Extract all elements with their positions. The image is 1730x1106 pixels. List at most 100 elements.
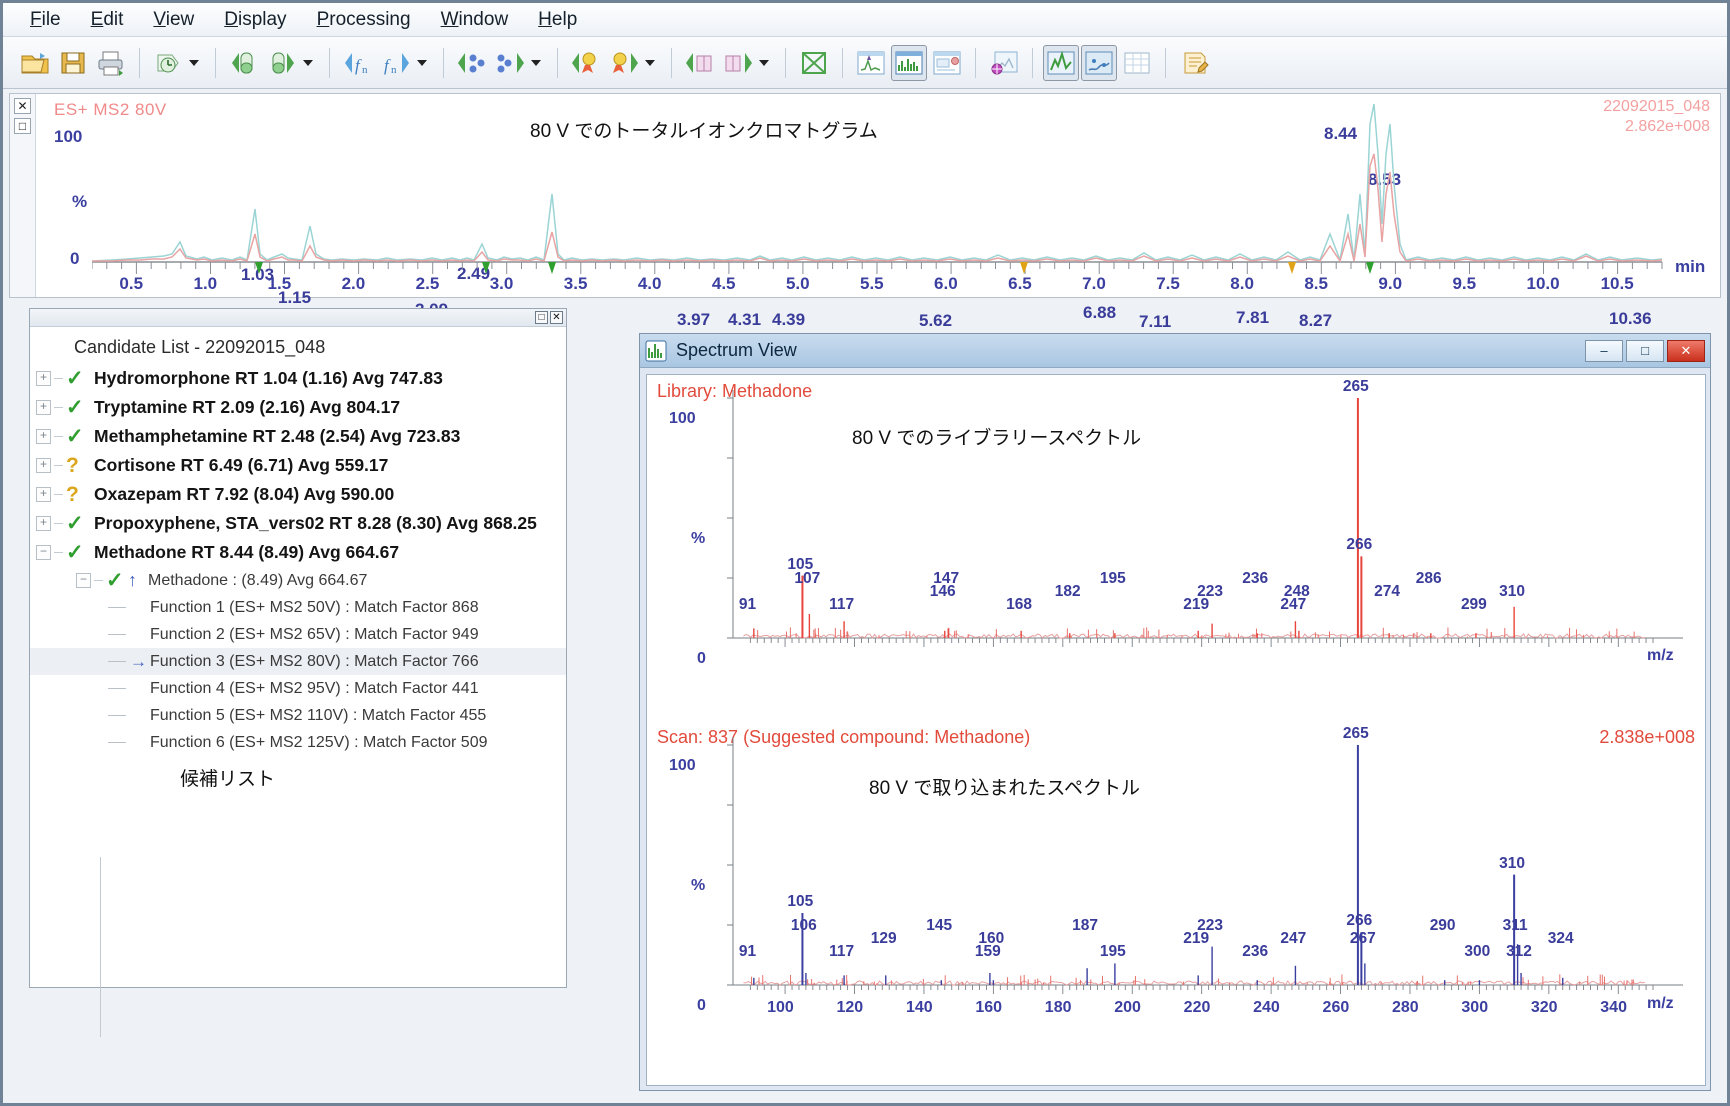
chromatogram-view-icon[interactable]	[853, 45, 889, 81]
chevron-down-icon[interactable]	[759, 60, 769, 66]
expand-icon[interactable]: +	[36, 516, 51, 531]
candidate-row[interactable]: + ✓ Methamphetamine RT 2.48 (2.54) Avg 723…	[30, 422, 566, 451]
candidate-row[interactable]: +? Oxazepam RT 7.92 (8.04) Avg 590.00	[30, 480, 566, 509]
toolbar-separator	[443, 48, 444, 78]
expand-icon[interactable]: +	[36, 400, 51, 415]
library-spectrum-plot[interactable]	[713, 380, 1703, 670]
scan-spectrum-plot[interactable]	[713, 727, 1703, 1017]
chevron-down-icon[interactable]	[189, 60, 199, 66]
function-label: Function 1 (ES+ MS2 50V) : Match Factor …	[150, 599, 479, 617]
peak-label: 91	[739, 596, 756, 614]
question-icon: ?	[66, 455, 88, 476]
web-view-icon[interactable]	[986, 45, 1022, 81]
chromatogram-x-tick: 5.5	[860, 274, 884, 294]
rt-marker-orange	[1288, 262, 1296, 274]
chevron-down-icon[interactable]	[303, 60, 313, 66]
menu-view[interactable]: View	[140, 6, 207, 34]
restore-icon[interactable]: □	[14, 118, 31, 134]
table-view-icon[interactable]	[1119, 45, 1155, 81]
peak-label: 274	[1374, 583, 1400, 601]
peak-label: 248	[1284, 583, 1310, 601]
trend-plot-icon[interactable]	[1043, 45, 1079, 81]
prev-library-icon[interactable]	[682, 45, 718, 81]
function-label: Function 3 (ES+ MS2 80V) : Match Factor …	[150, 653, 479, 671]
toolbar-separator	[671, 48, 672, 78]
function-row[interactable]: Function 1 (ES+ MS2 50V) : Match Factor …	[30, 594, 566, 621]
sample-list-clock-icon[interactable]	[150, 45, 186, 81]
maximize-button[interactable]: □	[1626, 340, 1664, 362]
peak-label: 168	[1006, 596, 1032, 614]
menu-processing[interactable]: Processing	[304, 6, 424, 34]
function-row[interactable]: Function 4 (ES+ MS2 95V) : Match Factor …	[30, 675, 566, 702]
collapse-icon[interactable]: −	[36, 545, 51, 560]
menu-edit[interactable]: Edit	[78, 6, 137, 34]
menu-file[interactable]: File	[17, 6, 74, 34]
function-row[interactable]: Function 5 (ES+ MS2 110V) : Match Factor…	[30, 702, 566, 729]
chromatogram-plot[interactable]	[92, 94, 1692, 299]
chevron-down-icon[interactable]	[531, 60, 541, 66]
candidate-label: Cortisone RT 6.49 (6.71) Avg 559.17	[94, 455, 388, 476]
expand-icon[interactable]: +	[36, 458, 51, 473]
chromatogram-peak-label: 4.31	[728, 310, 761, 330]
function-row[interactable]: Function 6 (ES+ MS2 125V) : Match Factor…	[30, 729, 566, 756]
restore-icon[interactable]: □	[535, 311, 548, 324]
map-view-icon[interactable]	[1081, 45, 1117, 81]
expand-icon[interactable]: +	[36, 487, 51, 502]
function-row[interactable]: → Function 3 (ES+ MS2 80V) : Match Factor…	[30, 648, 566, 675]
candidate-row[interactable]: + ✓ Propoxyphene, STA_vers02 RT 8.28 (8.30…	[30, 509, 566, 538]
next-function-icon[interactable]: fn	[378, 45, 414, 81]
chromatogram-peak-label: 5.62	[919, 311, 952, 331]
candidate-row[interactable]: + ✓ Hydromorphone RT 1.04 (1.16) Avg 747.8…	[30, 364, 566, 393]
save-disk-icon[interactable]	[55, 45, 91, 81]
next-process-icon[interactable]	[492, 45, 528, 81]
expand-icon[interactable]: +	[36, 371, 51, 386]
report-view-icon[interactable]	[929, 45, 965, 81]
tree-connector	[54, 436, 63, 437]
scan-x-tick: 200	[1114, 999, 1141, 1017]
function-label: Function 2 (ES+ MS2 65V) : Match Factor …	[150, 626, 479, 644]
peak-label: 117	[829, 943, 854, 961]
chromatogram-peak-label: 4.39	[772, 310, 805, 330]
candidate-row[interactable]: − ✓ Methadone RT 8.44 (8.49) Avg 664.67	[30, 538, 566, 567]
chromatogram-peak-label: 10.36	[1609, 309, 1652, 329]
function-label: Function 5 (ES+ MS2 110V) : Match Factor…	[150, 707, 486, 725]
close-icon[interactable]: ✕	[14, 98, 31, 114]
menu-display[interactable]: Display	[211, 6, 299, 34]
combine-icon[interactable]	[796, 45, 832, 81]
peak-label: 310	[1499, 855, 1525, 873]
next-library-icon[interactable]	[720, 45, 756, 81]
next-result-icon[interactable]	[606, 45, 642, 81]
print-icon[interactable]	[93, 45, 129, 81]
prev-function-icon[interactable]: fn	[340, 45, 376, 81]
scan-x-tick: 120	[837, 999, 864, 1017]
spectrum-view-icon[interactable]	[891, 45, 927, 81]
next-sample-icon[interactable]	[264, 45, 300, 81]
menu-window[interactable]: Window	[428, 6, 522, 34]
open-folder-icon[interactable]	[17, 45, 53, 81]
expand-icon[interactable]: +	[36, 429, 51, 444]
prev-process-icon[interactable]	[454, 45, 490, 81]
spectrum-view-titlebar[interactable]: Spectrum View – □ ✕	[640, 334, 1710, 368]
minimize-button[interactable]: –	[1585, 340, 1623, 362]
toolbar-separator	[842, 48, 843, 78]
candidate-sub-row[interactable]: − ✓ ↑ Methadone : (8.49) Avg 664.67	[30, 567, 566, 594]
chromatogram-x-tick: 10.5	[1601, 274, 1634, 294]
annotate-icon[interactable]	[1176, 45, 1212, 81]
function-row[interactable]: Function 2 (ES+ MS2 65V) : Match Factor …	[30, 621, 566, 648]
chevron-down-icon[interactable]	[417, 60, 427, 66]
peak-label: 265	[1343, 378, 1369, 396]
spectrum-view-title: Spectrum View	[676, 340, 797, 361]
chevron-down-icon[interactable]	[645, 60, 655, 66]
menu-help[interactable]: Help	[525, 6, 590, 34]
candidate-label: Tryptamine RT 2.09 (2.16) Avg 804.17	[94, 397, 400, 418]
candidate-row[interactable]: +? Cortisone RT 6.49 (6.71) Avg 559.17	[30, 451, 566, 480]
prev-result-icon[interactable]	[568, 45, 604, 81]
tree-connector	[108, 688, 126, 689]
close-button[interactable]: ✕	[1667, 340, 1705, 362]
candidate-row[interactable]: + ✓ Tryptamine RT 2.09 (2.16) Avg 804.17	[30, 393, 566, 422]
collapse-icon[interactable]: −	[76, 573, 91, 588]
close-icon[interactable]: ✕	[550, 311, 563, 324]
prev-sample-icon[interactable]	[226, 45, 262, 81]
tree-guide-line	[100, 857, 101, 1037]
scan-x-tick: 220	[1184, 999, 1211, 1017]
